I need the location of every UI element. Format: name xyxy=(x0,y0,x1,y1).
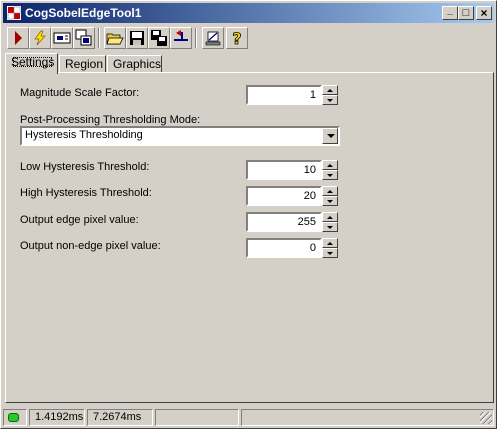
spin-up-button[interactable] xyxy=(322,160,338,170)
show-image-button[interactable] xyxy=(73,27,95,49)
spin-down-button[interactable] xyxy=(322,196,338,206)
chevron-down-icon xyxy=(327,134,335,138)
status-bar: 1.4192ms 7.2674ms xyxy=(3,408,494,427)
spin-up-button[interactable] xyxy=(322,85,338,95)
nonedge-value-input[interactable]: 0 xyxy=(246,238,322,258)
arrow-up-icon xyxy=(327,89,333,92)
arrow-down-icon xyxy=(327,252,333,255)
help-icon: ? xyxy=(232,29,242,47)
status-pane-message xyxy=(241,409,494,426)
tab-region[interactable]: Region xyxy=(59,55,106,73)
key-image-icon xyxy=(53,32,71,44)
open-folder-icon xyxy=(106,33,124,45)
close-icon: × xyxy=(480,6,488,20)
tool-window: CogSobelEdgeTool1 _ □ × ? Settings Regio… xyxy=(0,0,497,429)
edge-value-spinner: 255 xyxy=(246,212,338,232)
nonedge-value-label: Output non-edge pixel value: xyxy=(20,240,161,252)
low-threshold-spinner: 10 xyxy=(246,160,338,180)
tool-button[interactable] xyxy=(202,27,224,49)
dropdown-button[interactable] xyxy=(322,128,338,144)
thresholding-mode-label: Post-Processing Thresholding Mode: xyxy=(20,114,201,126)
arrow-up-icon xyxy=(327,216,333,219)
status-pane-led xyxy=(3,409,27,426)
key-image-button[interactable] xyxy=(51,27,73,49)
save-as-button[interactable] xyxy=(148,27,170,49)
thresholding-mode-value: Hysteresis Thresholding xyxy=(25,129,143,141)
status-pane-empty xyxy=(155,409,239,426)
arrow-down-icon xyxy=(327,174,333,177)
minimize-icon: _ xyxy=(447,5,453,16)
toolbar: ? xyxy=(5,25,494,53)
run-time-text: 1.4192ms xyxy=(35,411,84,423)
spin-down-button[interactable] xyxy=(322,248,338,258)
arrow-up-icon xyxy=(327,242,333,245)
tab-label: Graphics xyxy=(113,57,162,71)
spin-up-button[interactable] xyxy=(322,212,338,222)
open-button[interactable] xyxy=(104,27,126,49)
save-icon xyxy=(130,31,144,45)
high-threshold-spinner: 20 xyxy=(246,186,338,206)
run-icon xyxy=(15,31,22,45)
magnitude-scale-input[interactable]: 1 xyxy=(246,85,322,105)
title-bar[interactable]: CogSobelEdgeTool1 _ □ × xyxy=(3,3,494,23)
toolbar-separator xyxy=(195,28,197,48)
magnitude-scale-label: Magnitude Scale Factor: xyxy=(20,87,140,99)
tab-label: Region xyxy=(65,57,104,71)
high-threshold-input[interactable]: 20 xyxy=(246,186,322,206)
save-button[interactable] xyxy=(126,27,148,49)
maximize-button[interactable]: □ xyxy=(458,6,474,20)
arrow-down-icon xyxy=(327,200,333,203)
low-threshold-label: Low Hysteresis Threshold: xyxy=(20,161,150,173)
low-threshold-input[interactable]: 10 xyxy=(246,160,322,180)
reset-button[interactable] xyxy=(170,27,192,49)
resize-grip-icon[interactable] xyxy=(480,412,492,424)
settings-panel: Magnitude Scale Factor: 1 Post-Processin… xyxy=(5,72,494,403)
tab-settings[interactable]: Settings xyxy=(5,53,58,74)
arrow-up-icon xyxy=(327,164,333,167)
reset-icon xyxy=(174,30,188,41)
arrow-down-icon xyxy=(327,99,333,102)
app-icon xyxy=(7,6,21,20)
electric-run-icon xyxy=(34,30,46,46)
arrow-up-icon xyxy=(327,190,333,193)
magnitude-scale-spinner: 1 xyxy=(246,85,338,105)
help-button[interactable]: ? xyxy=(226,27,248,49)
edge-value-label: Output edge pixel value: xyxy=(20,214,139,226)
tool-icon xyxy=(205,31,221,46)
high-threshold-label: High Hysteresis Threshold: xyxy=(20,187,152,199)
spin-up-button[interactable] xyxy=(322,238,338,248)
show-image-icon xyxy=(75,29,92,46)
minimize-button[interactable]: _ xyxy=(442,6,458,20)
thresholding-mode-select[interactable]: Hysteresis Thresholding xyxy=(20,126,340,146)
electric-run-button[interactable] xyxy=(29,27,51,49)
status-pane-time2: 7.2674ms xyxy=(87,409,153,426)
window-title: CogSobelEdgeTool1 xyxy=(25,6,142,20)
spin-up-button[interactable] xyxy=(322,186,338,196)
spin-down-button[interactable] xyxy=(322,95,338,105)
toolbar-separator xyxy=(98,28,100,48)
total-time-text: 7.2674ms xyxy=(93,411,142,423)
close-button[interactable]: × xyxy=(476,6,492,20)
status-led-icon xyxy=(8,413,19,422)
save-as-icon xyxy=(151,30,167,46)
svg-text:?: ? xyxy=(232,29,241,47)
edge-value-input[interactable]: 255 xyxy=(246,212,322,232)
spin-down-button[interactable] xyxy=(322,170,338,180)
status-pane-time1: 1.4192ms xyxy=(29,409,85,426)
run-button[interactable] xyxy=(7,27,29,49)
spin-down-button[interactable] xyxy=(322,222,338,232)
tab-label: Settings xyxy=(11,55,55,69)
maximize-icon: □ xyxy=(462,6,470,19)
arrow-down-icon xyxy=(327,226,333,229)
tab-graphics[interactable]: Graphics xyxy=(107,55,162,73)
nonedge-value-spinner: 0 xyxy=(246,238,338,258)
